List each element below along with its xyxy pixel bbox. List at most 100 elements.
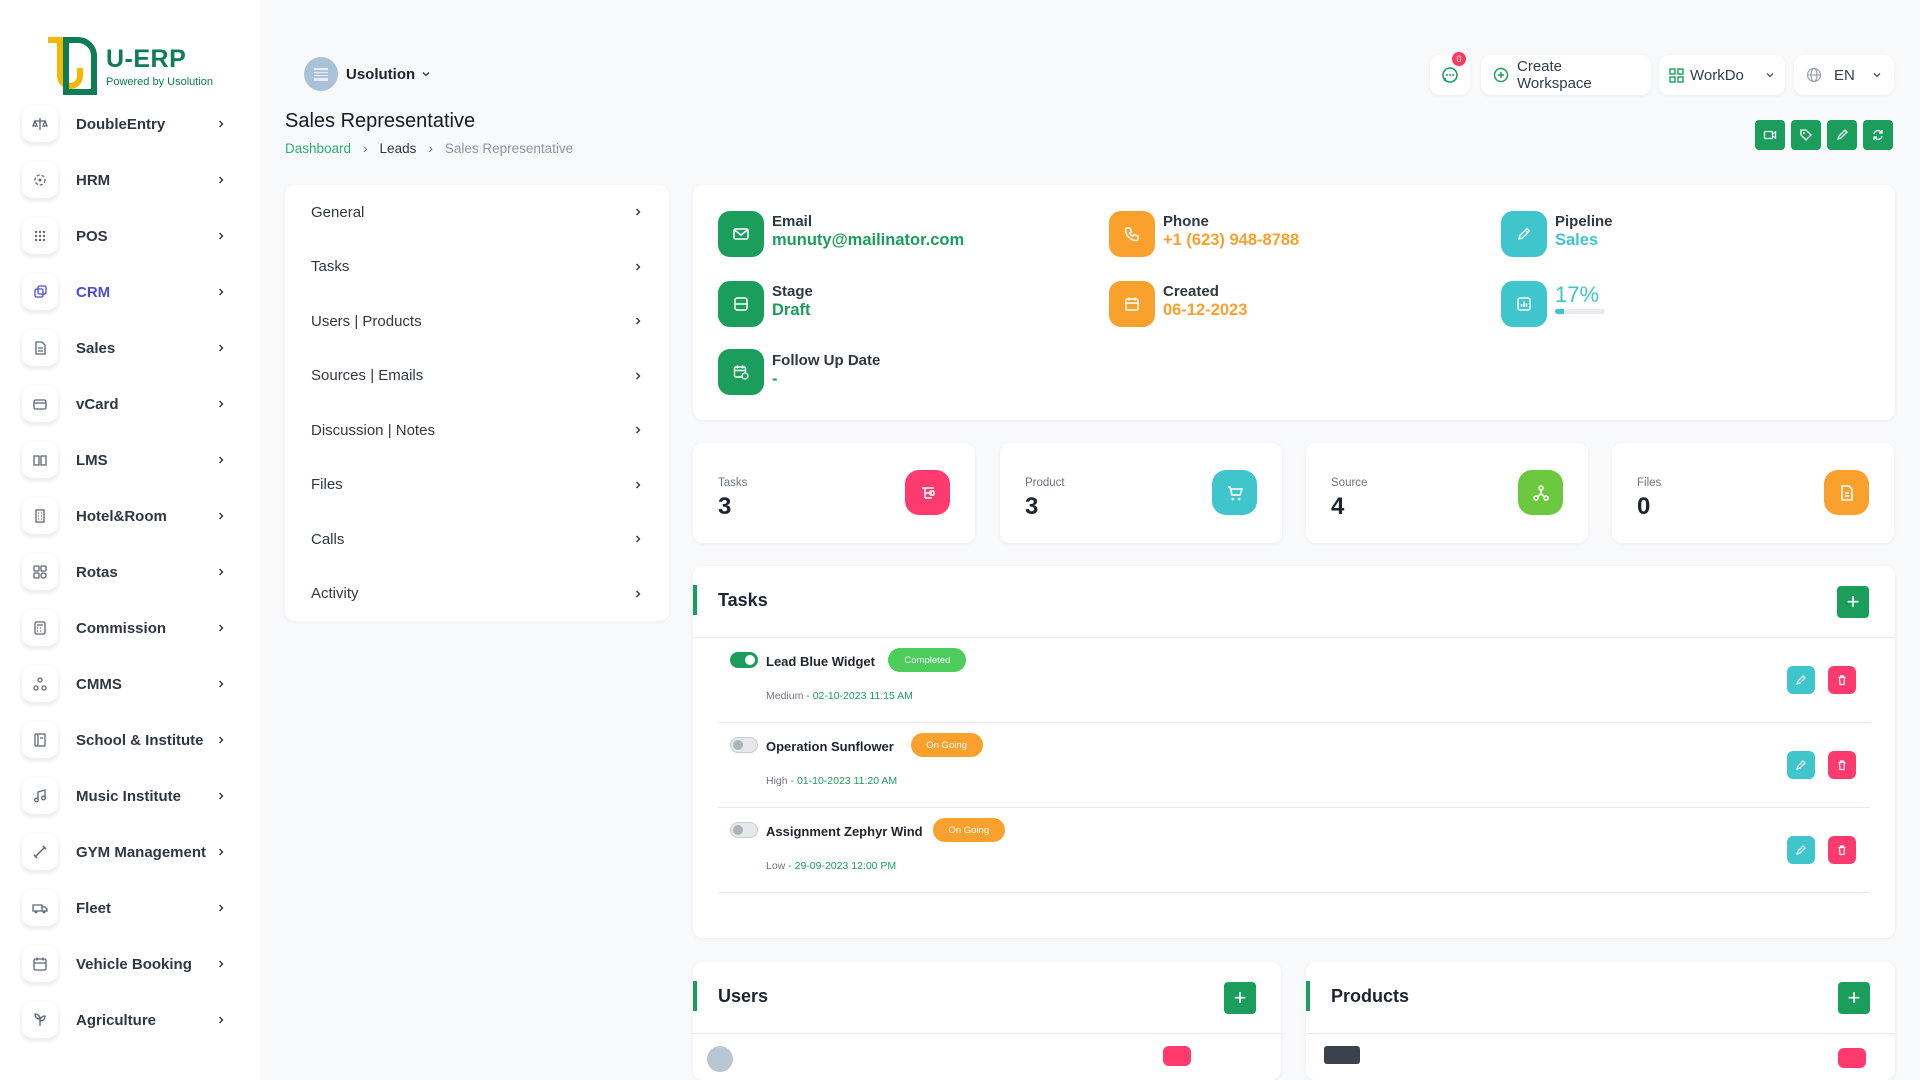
menu-item-discussion-notes[interactable]: Discussion | Notes (285, 403, 669, 458)
menu-item-users-products[interactable]: Users | Products (285, 294, 669, 349)
workspace-switcher[interactable]: Usolution (296, 54, 439, 94)
sidebar-item-label: CRM (76, 283, 111, 301)
stat-label: Tasks (718, 477, 748, 489)
add-task-button[interactable]: + (1837, 586, 1869, 618)
users-title: Users (718, 986, 769, 1006)
hrm-icon (22, 162, 58, 198)
sidebar-item-commission[interactable]: Commission (0, 600, 260, 656)
sidebar-item-hotel-room[interactable]: Hotel&Room (0, 488, 260, 544)
logo[interactable]: U-ERP Powered by Usolution (44, 36, 213, 96)
menu-item-activity[interactable]: Activity (285, 567, 669, 622)
edit-task-button[interactable] (1787, 666, 1815, 694)
menu-item-label: Tasks (311, 258, 350, 276)
task-meta: Medium - 02-10-2023 11:15 AM (766, 690, 913, 702)
dumbbell-icon (22, 834, 58, 870)
edit-button[interactable] (1827, 120, 1857, 150)
menu-item-tasks[interactable]: Tasks (285, 240, 669, 295)
sidebar-item-vehicle-booking[interactable]: Vehicle Booking (0, 936, 260, 992)
sidebar-item-label: HRM (76, 171, 111, 189)
delete-task-button[interactable] (1828, 836, 1856, 864)
label-button[interactable] (1791, 120, 1821, 150)
chevron-right-icon (633, 589, 643, 599)
menu-item-label: Calls (311, 530, 345, 548)
sidebar-item-rotas[interactable]: Rotas (0, 544, 260, 600)
page-actions (1755, 120, 1893, 150)
pencil-icon (1795, 759, 1807, 771)
sidebar-item-music-institute[interactable]: Music Institute (0, 768, 260, 824)
chart-icon (1501, 281, 1547, 327)
breadcrumb-leads[interactable]: Leads (380, 141, 417, 156)
phone-value[interactable]: +1 (623) 948-8788 (1163, 231, 1299, 250)
refresh-icon (1871, 128, 1885, 142)
sidebar-item-gym-management[interactable]: GYM Management (0, 824, 260, 880)
sidebar-item-label: Sales (76, 339, 116, 357)
sidebar-item-school-institute[interactable]: School & Institute (0, 712, 260, 768)
sidebar-item-doubleentry[interactable]: DoubleEntry (0, 96, 260, 152)
add-user-button[interactable]: + (1224, 982, 1256, 1014)
sidebar-item-sales[interactable]: Sales (0, 320, 260, 376)
menu-item-label: Sources | Emails (311, 367, 424, 385)
chevron-right-icon (633, 316, 643, 326)
sidebar-item-crm[interactable]: CRM (0, 264, 260, 320)
task-priority: Medium (766, 690, 804, 702)
toggle-knob (733, 825, 743, 835)
delete-task-button[interactable] (1828, 666, 1856, 694)
sidebar-item-lms[interactable]: LMS (0, 432, 260, 488)
sidebar-item-vcard[interactable]: vCard (0, 376, 260, 432)
task-toggle[interactable] (730, 822, 758, 838)
menu-item-sources-emails[interactable]: Sources | Emails (285, 349, 669, 404)
sidebar-item-agriculture[interactable]: Agriculture (0, 992, 260, 1048)
add-product-button[interactable]: + (1838, 982, 1870, 1014)
toggle-knob (745, 655, 755, 665)
crm-icon (22, 274, 58, 310)
sidebar-item-pos[interactable]: POS (0, 208, 260, 264)
chevron-right-icon (216, 399, 226, 409)
menu-item-calls[interactable]: Calls (285, 512, 669, 567)
row-divider (718, 807, 1870, 808)
sidebar-item-hrm[interactable]: HRM (0, 152, 260, 208)
sidebar-item-label: Hotel&Room (76, 507, 167, 525)
menu-item-files[interactable]: Files (285, 458, 669, 513)
sidebar-item-cmms[interactable]: CMMS (0, 656, 260, 712)
pipeline-value: Sales (1555, 231, 1599, 249)
delete-product-button[interactable] (1838, 1048, 1866, 1068)
stat-value: 4 (1331, 493, 1345, 520)
workspace-name: Usolution (346, 65, 416, 83)
row-divider (718, 892, 1870, 893)
workspace-avatar (304, 57, 338, 91)
tasks-icon (905, 470, 950, 515)
chevron-right-icon (216, 791, 226, 801)
row-divider (718, 722, 1870, 723)
chevron-right-icon (216, 959, 226, 969)
chevron-right-icon (216, 847, 226, 857)
stat-value: 3 (718, 493, 732, 520)
sync-button[interactable] (1863, 120, 1893, 150)
menu-item-label: Files (311, 476, 343, 494)
plant-icon (22, 1002, 58, 1038)
edit-task-button[interactable] (1787, 751, 1815, 779)
stage-icon (718, 281, 764, 327)
edit-task-button[interactable] (1787, 836, 1815, 864)
task-toggle[interactable] (730, 652, 758, 668)
language-dropdown[interactable]: EN (1794, 55, 1894, 95)
stage-value: Draft (772, 301, 811, 319)
menu-item-general[interactable]: General (285, 185, 669, 240)
logo-name: U-ERP (106, 44, 187, 73)
menu-item-label: General (311, 203, 365, 221)
convert-button[interactable] (1755, 120, 1785, 150)
breadcrumb-dashboard[interactable]: Dashboard (285, 141, 351, 156)
notifications-button[interactable]: 0 (1430, 52, 1470, 95)
logo-mark-icon (44, 36, 98, 96)
tasks-title: Tasks (718, 590, 768, 610)
task-name: Lead Blue Widget (766, 654, 875, 669)
chevron-right-icon (216, 623, 226, 633)
sidebar-item-fleet[interactable]: Fleet (0, 880, 260, 936)
task-toggle[interactable] (730, 737, 758, 753)
delete-task-button[interactable] (1828, 751, 1856, 779)
create-workspace-button[interactable]: Create Workspace (1481, 55, 1651, 95)
workdo-dropdown[interactable]: WorkDo (1659, 55, 1785, 95)
email-value[interactable]: munuty@mailinator.com (772, 231, 964, 250)
delete-user-button[interactable] (1163, 1046, 1191, 1066)
stat-label: Files (1637, 477, 1662, 489)
chevron-right-icon (216, 455, 226, 465)
